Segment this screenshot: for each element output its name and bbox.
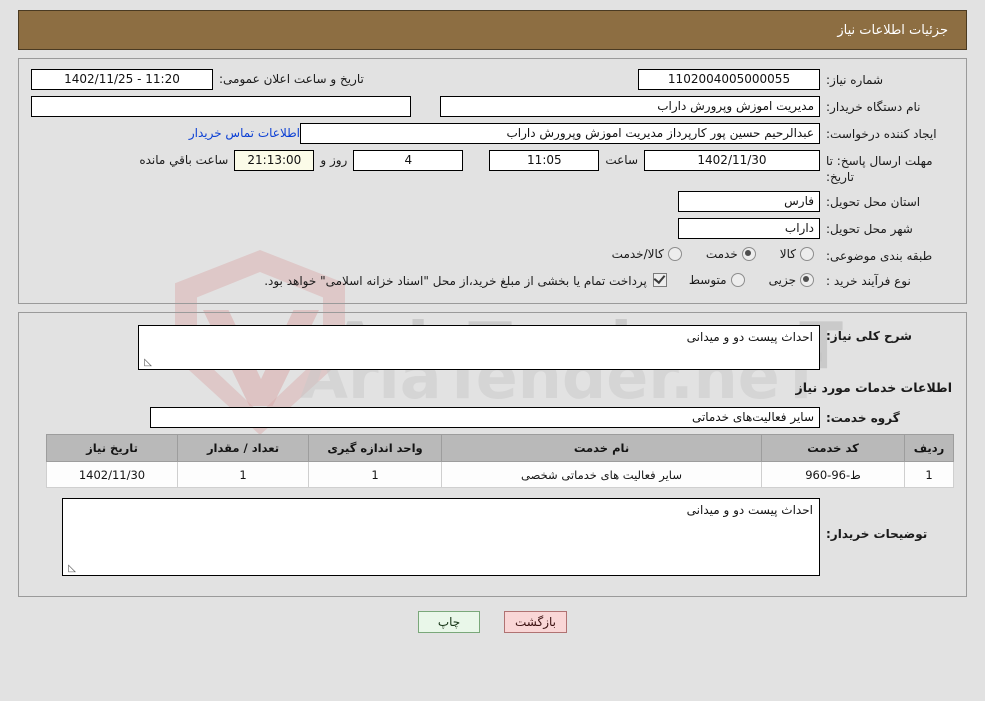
col-date: تاریخ نیاز	[46, 434, 178, 462]
radio-process-1-label: متوسط	[688, 273, 727, 287]
treasury-note: پرداخت تمام یا بخشی از مبلغ خرید،از محل …	[264, 274, 647, 288]
buyer-notes-value: احداث پیست دو و میدانی	[686, 503, 813, 517]
need-info-panel: شماره نیاز: 1102004005000055 تاریخ و ساع…	[18, 58, 967, 304]
row-category: طبقه بندی موضوعی: کالا خدمت کالا/خدمت	[31, 245, 954, 264]
province-label: استان محل تحویل:	[826, 195, 921, 209]
services-section-title: اطلاعات خدمات مورد نیاز	[795, 380, 953, 395]
services-table: ردیف کد خدمت نام خدمت واحد اندازه گیری ت…	[46, 434, 954, 488]
province-field[interactable]: فارس	[678, 191, 820, 212]
category-label: طبقه بندی موضوعی:	[826, 249, 933, 263]
page-header: جزئیات اطلاعات نیاز	[18, 10, 967, 50]
col-unit: واحد اندازه گیری	[308, 434, 442, 462]
creator-field[interactable]: عبدالرحیم حسین پور کارپرداز مدیریت اموزش…	[300, 123, 820, 144]
action-button-bar: بازگشت چاپ	[0, 611, 985, 633]
cell-name: سایر فعالیت های خدماتی شخصی	[441, 461, 762, 488]
cell-qty: 1	[177, 461, 309, 488]
city-label: شهر محل تحویل:	[826, 222, 913, 236]
buyer-notes-label: توضیحات خریدار:	[826, 527, 928, 541]
table-row[interactable]: 1 ط-96-960 سایر فعالیت های خدماتی شخصی 1…	[46, 461, 954, 488]
radio-process-1[interactable]	[730, 273, 745, 287]
back-button[interactable]: بازگشت	[504, 611, 567, 633]
buyer-contact-link[interactable]: اطلاعات تماس خریدار	[189, 123, 300, 140]
category-radio-group: کالا خدمت کالا/خدمت	[594, 245, 820, 261]
resize-grip-icon[interactable]: ◺	[142, 358, 152, 368]
days-label: روز و	[320, 153, 348, 167]
process-radio-group: جزیی متوسط پرداخت تمام یا بخشی از مبلغ خ…	[264, 270, 820, 288]
time-label: ساعت	[605, 153, 638, 167]
resize-grip-icon-2[interactable]: ◺	[66, 564, 76, 574]
general-desc-label: شرح کلی نیاز:	[826, 329, 912, 343]
radio-category-1-label: خدمت	[705, 247, 738, 261]
deadline-label: مهلت ارسال پاسخ: تا تاریخ:	[826, 154, 933, 184]
row-buyer-notes: توضیحات خریدار: احداث پیست دو و میدانی ◺	[31, 498, 954, 576]
cell-row: 1	[904, 461, 954, 488]
page-title: جزئیات اطلاعات نیاز	[837, 22, 948, 38]
row-service-group: گروه خدمت: سایر فعالیت‌های خدماتی	[31, 407, 954, 428]
radio-category-2-label: کالا/خدمت	[611, 247, 664, 261]
cell-code: ط-96-960	[761, 461, 905, 488]
row-city: شهر محل تحویل: داراب	[31, 218, 954, 239]
city-field[interactable]: داراب	[678, 218, 820, 239]
row-creator: ایجاد کننده درخواست: عبدالرحیم حسین پور …	[31, 123, 954, 144]
cell-unit: 1	[308, 461, 442, 488]
deadline-time-field[interactable]: 11:05	[489, 150, 600, 171]
buyer-org-label: نام دستگاه خریدار:	[826, 100, 921, 114]
row-province: استان محل تحویل: فارس	[31, 191, 954, 212]
buyer-notes-textarea[interactable]: احداث پیست دو و میدانی ◺	[62, 498, 820, 576]
row-buyer-org: نام دستگاه خریدار: مدیریت اموزش وپرورش د…	[31, 96, 954, 117]
service-group-field[interactable]: سایر فعالیت‌های خدماتی	[150, 407, 820, 428]
service-group-label: گروه خدمت:	[826, 411, 900, 425]
deadline-date-field[interactable]: 1402/11/30	[644, 150, 820, 171]
details-panel: شرح کلی نیاز: احداث پیست دو و میدانی ◺ ا…	[18, 312, 967, 597]
creator-label: ایجاد کننده درخواست:	[826, 127, 937, 141]
row-deadline: مهلت ارسال پاسخ: تا تاریخ: 1402/11/30 سا…	[31, 150, 954, 185]
general-desc-value: احداث پیست دو و میدانی	[686, 330, 813, 344]
row-need-number: شماره نیاز: 1102004005000055 تاریخ و ساع…	[31, 69, 954, 90]
general-desc-textarea[interactable]: احداث پیست دو و میدانی ◺	[138, 325, 820, 370]
process-label: نوع فرآیند خرید :	[826, 274, 911, 288]
treasury-checkbox[interactable]	[652, 273, 667, 287]
need-number-field[interactable]: 1102004005000055	[638, 69, 820, 90]
radio-process-0-label: جزیی	[768, 273, 796, 287]
radio-category-0-label: کالا	[779, 247, 796, 261]
buyer-org-extra-field[interactable]	[31, 96, 411, 117]
row-general-desc: شرح کلی نیاز: احداث پیست دو و میدانی ◺	[31, 325, 954, 370]
col-row: ردیف	[904, 434, 954, 462]
countdown-field: 21:13:00	[234, 150, 315, 171]
public-announce-label: تاریخ و ساعت اعلان عمومی:	[219, 72, 364, 86]
print-button[interactable]: چاپ	[418, 611, 480, 633]
cell-date: 1402/11/30	[46, 461, 178, 488]
radio-category-0[interactable]	[800, 247, 814, 261]
table-header-row: ردیف کد خدمت نام خدمت واحد اندازه گیری ت…	[46, 434, 954, 462]
radio-process-0[interactable]	[800, 273, 814, 287]
col-qty: تعداد / مقدار	[177, 434, 309, 462]
radio-category-2[interactable]	[667, 247, 682, 261]
countdown-label: ساعت باقي مانده	[139, 153, 229, 167]
public-announce-field[interactable]: 11:20 - 1402/11/25	[31, 69, 213, 90]
col-name: نام خدمت	[441, 434, 762, 462]
buyer-org-field[interactable]: مدیریت اموزش وپرورش داراب	[440, 96, 820, 117]
radio-category-1[interactable]	[741, 247, 756, 261]
remaining-days-field: 4	[353, 150, 464, 171]
need-number-label: شماره نیاز:	[826, 73, 883, 87]
row-process-type: نوع فرآیند خرید : جزیی متوسط پرداخت تمام…	[31, 270, 954, 289]
col-code: کد خدمت	[761, 434, 905, 462]
